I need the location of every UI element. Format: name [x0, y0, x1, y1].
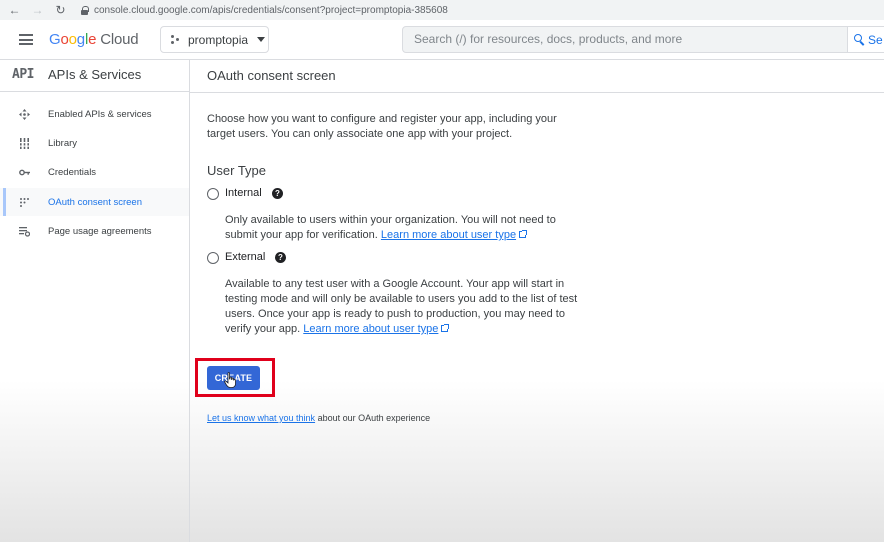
- sidebar-title: APIs & Services: [48, 67, 142, 82]
- project-picker-button[interactable]: promptopia: [160, 26, 269, 53]
- browser-toolbar: ← → ↻ console.cloud.google.com/apis/cred…: [0, 0, 884, 20]
- search-button[interactable]: Se: [848, 26, 884, 53]
- key-icon: [19, 167, 30, 178]
- url-text: console.cloud.google.com/apis/credential…: [94, 4, 448, 16]
- sidebar-item-library[interactable]: Library: [0, 129, 189, 157]
- sidebar-item-label: Enabled APIs & services: [48, 108, 152, 120]
- external-label[interactable]: External: [225, 251, 265, 263]
- project-icon: [171, 34, 181, 45]
- sidebar: API APIs & Services Enabled APIs & servi…: [0, 60, 190, 542]
- reload-icon[interactable]: ↻: [54, 3, 67, 17]
- internal-description: Only available to users within your orga…: [225, 213, 585, 243]
- hand-cursor-icon: [224, 372, 236, 388]
- address-bar[interactable]: console.cloud.google.com/apis/credential…: [75, 2, 884, 18]
- sidebar-item-enabled-apis[interactable]: Enabled APIs & services: [0, 100, 189, 128]
- external-learn-more-link[interactable]: Learn more about user type: [303, 323, 438, 335]
- settings-list-icon: [19, 226, 30, 237]
- search-button-label: Se: [868, 32, 883, 47]
- feedback-text: about our OAuth experience: [315, 413, 431, 423]
- external-description: Available to any test user with a Google…: [225, 277, 585, 337]
- title-divider: [190, 92, 884, 93]
- google-cloud-logo[interactable]: Google Cloud: [49, 31, 139, 48]
- forward-arrow-icon[interactable]: →: [31, 3, 44, 17]
- internal-learn-more-link[interactable]: Learn more about user type: [381, 229, 516, 241]
- sidebar-item-label: Credentials: [48, 166, 97, 178]
- sidebar-item-label: Page usage agreements: [48, 225, 152, 237]
- back-arrow-icon[interactable]: ←: [8, 3, 21, 17]
- feedback-link[interactable]: Let us know what you think: [207, 413, 315, 423]
- search-icon: [854, 34, 865, 45]
- sidebar-header: API APIs & Services: [0, 60, 189, 92]
- internal-label[interactable]: Internal: [225, 187, 262, 199]
- project-name: promptopia: [188, 32, 249, 47]
- feedback-line: Let us know what you think about our OAu…: [207, 413, 430, 423]
- sidebar-item-credentials[interactable]: Credentials: [0, 158, 189, 186]
- internal-radio[interactable]: [207, 188, 219, 200]
- user-type-heading: User Type: [207, 163, 267, 178]
- intro-text: Choose how you want to configure and reg…: [207, 113, 557, 140]
- external-link-icon: [441, 324, 450, 332]
- menu-icon[interactable]: [19, 34, 33, 45]
- external-link-icon: [519, 230, 528, 238]
- sidebar-item-page-usage-agreements[interactable]: Page usage agreements: [0, 217, 189, 245]
- sidebar-item-label: Library: [48, 137, 78, 149]
- console-header: Google Cloud promptopia Search (/) for r…: [0, 20, 884, 60]
- internal-help-icon[interactable]: ?: [272, 188, 283, 199]
- library-icon: [19, 137, 30, 149]
- logo-cloud-text: Cloud: [100, 31, 139, 48]
- search-input[interactable]: Search (/) for resources, docs, products…: [402, 26, 848, 53]
- sidebar-item-label: OAuth consent screen: [48, 196, 142, 208]
- page-title: OAuth consent screen: [207, 68, 336, 83]
- lock-icon: [81, 6, 89, 15]
- external-radio[interactable]: [207, 252, 219, 264]
- sidebar-item-oauth-consent-screen[interactable]: OAuth consent screen: [0, 188, 189, 216]
- consent-dots-icon: [19, 197, 30, 208]
- external-help-icon[interactable]: ?: [275, 252, 286, 263]
- chevron-down-icon: [257, 37, 266, 42]
- move-icon: [19, 108, 30, 120]
- api-badge: API: [12, 67, 34, 82]
